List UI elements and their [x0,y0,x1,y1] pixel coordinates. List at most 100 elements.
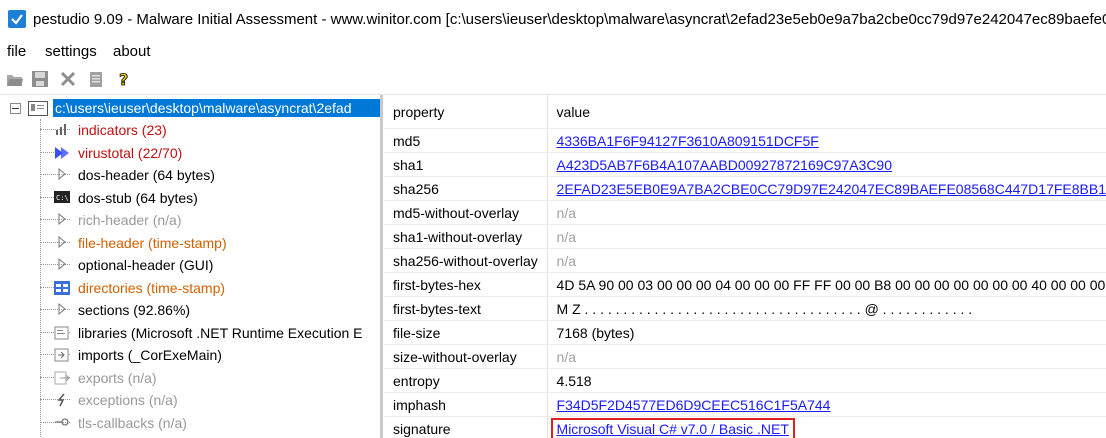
table-row[interactable]: sha256-without-overlay n/a [384,248,1106,273]
triangle-icon [54,235,70,250]
menu-about[interactable]: about [113,43,151,60]
table-row[interactable]: first-bytes-text M Z . . . . . . . . . . … [384,296,1106,321]
property-value-cell: 2EFAD23E5EB0E9A7BA2CBE0CC79D97E242047EC8… [547,176,1106,201]
tree-item[interactable]: file-header (time-stamp) [0,232,380,254]
tree-item-label: dos-header (64 bytes) [78,167,215,183]
table-row[interactable]: entropy 4.518 [384,368,1106,393]
tree-root[interactable]: c:\users\ieuser\desktop\malware\asyncrat… [6,97,380,119]
column-header-property[interactable]: property [384,95,548,129]
column-header-value[interactable]: value [547,95,1106,129]
signature-value-link[interactable]: Microsoft Visual C# v7.0 / Basic .NET [557,421,789,437]
property-value: 4.518 [556,372,592,389]
table-row[interactable]: signature Microsoft Visual C# v7.0 / Basi… [384,416,1106,438]
property-name: file-size [384,320,548,345]
menu-bar: file settings about [0,38,1106,66]
virustotal-icon [54,145,70,160]
tree-item[interactable]: exceptions (n/a) [0,389,380,411]
property-value: 4D 5A 90 00 03 00 00 00 04 00 00 00 FF F… [556,276,1106,293]
property-name: first-bytes-hex [384,272,548,297]
triangle-icon [54,167,70,182]
window-title: pestudio 9.09 - Malware Initial Assessme… [33,11,1106,28]
property-name: sha1 [384,152,548,177]
tree-item-label: libraries (Microsoft .NET Runtime Execut… [78,324,363,341]
property-name: sha256 [384,176,548,201]
tree-item[interactable]: virustotal (22/70) [0,142,380,164]
tree-item[interactable]: sections (92.86%) [0,299,380,321]
property-value-cell: n/a [547,200,1106,225]
close-icon[interactable] [59,70,77,88]
property-value-link[interactable]: 2EFAD23E5EB0E9A7BA2CBE0CC79D97E242047EC8… [557,181,1106,197]
open-icon[interactable] [6,70,24,88]
tree-item[interactable]: rich-header (n/a) [0,209,380,231]
toolbar: ? [0,66,1106,95]
table-row[interactable]: sha1 A423D5AB7F6B4A107AABD00927872169C97A… [384,152,1106,177]
table-row[interactable]: sha256 2EFAD23E5EB0E9A7BA2CBE0CC79D97E242… [384,176,1106,201]
triangle-icon [54,212,70,227]
property-value-link[interactable]: F34D5F2D4577ED6D9CEEC516C1F5A744 [557,397,831,413]
properties-panel: property value md5 4336BA1F6F94127F3610A8… [384,95,1106,438]
table-row[interactable]: first-bytes-hex 4D 5A 90 00 03 00 00 00 0… [384,272,1106,297]
tree-item[interactable]: tls-callbacks (n/a) [0,412,380,434]
triangle-icon [54,257,70,272]
bar-chart-icon [54,123,70,137]
tree-item-label: tls-callbacks (n/a) [78,414,187,431]
tree-item[interactable]: imports (_CorExeMain) [0,344,380,366]
tree-item[interactable]: C:\ dos-stub (64 bytes) [0,187,380,209]
tree-item-label: directories (time-stamp) [78,279,226,296]
clipboard-icon[interactable] [87,70,105,88]
property-name: signature [384,416,548,438]
menu-file[interactable]: file [7,43,26,60]
property-value-cell: Microsoft Visual C# v7.0 / Basic .NET [547,416,1106,438]
collapse-icon[interactable] [10,103,21,114]
save-icon[interactable] [31,70,49,88]
property-value-cell: n/a [547,224,1106,249]
title-bar: pestudio 9.09 - Malware Initial Assessme… [0,0,1106,38]
tree-item-label: imports (_CorExeMain) [78,347,222,363]
table-row[interactable]: size-without-overlay n/a [384,344,1106,369]
table-row[interactable]: file-size 7168 (bytes) [384,320,1106,345]
property-value: 7168 (bytes) [556,324,635,341]
svg-text:C:\: C:\ [56,194,69,202]
menu-settings[interactable]: settings [45,43,97,60]
property-value-cell: 4336BA1F6F94127F3610A809151DCF5F [547,128,1106,153]
table-row[interactable]: imphash F34D5F2D4577ED6D9CEEC516C1F5A744 [384,392,1106,417]
panel-splitter[interactable] [380,95,383,438]
property-value-cell: n/a [547,344,1106,369]
property-name: sha256-without-overlay [384,248,548,273]
exception-icon [54,393,70,407]
help-icon[interactable]: ? [115,70,133,90]
properties-table: property value md5 4336BA1F6F94127F3610A8… [384,95,1106,438]
property-name: md5 [384,128,548,153]
tree-item[interactable]: indicators (23) [0,119,380,141]
property-value-link[interactable]: 4336BA1F6F94127F3610A809151DCF5F [557,133,819,149]
tree-panel: c:\users\ieuser\desktop\malware\asyncrat… [0,95,380,438]
tree-item[interactable]: exports (n/a) [0,367,380,389]
property-value-cell: 4D 5A 90 00 03 00 00 00 04 00 00 00 FF F… [547,272,1106,297]
tree-item[interactable]: dos-header (64 bytes) [0,164,380,186]
svg-text:?: ? [119,70,128,88]
tree-root-label: c:\users\ieuser\desktop\malware\asyncrat… [53,99,380,117]
property-value-cell: M Z . . . . . . . . . . . . . . . . . . … [547,296,1106,321]
tree-item-label: exceptions (n/a) [78,392,178,408]
signature-highlight-box: Microsoft Visual C# v7.0 / Basic .NET [550,417,795,438]
property-value-link[interactable]: A423D5AB7F6B4A107AABD00927872169C97A3C90 [557,157,892,173]
property-name: imphash [384,392,548,417]
tree-item-label: virustotal (22/70) [78,144,183,161]
property-value-cell: 4.518 [547,368,1106,393]
table-row[interactable]: md5 4336BA1F6F94127F3610A809151DCF5F [384,128,1106,153]
property-value: n/a [556,228,576,245]
table-row[interactable]: sha1-without-overlay n/a [384,224,1106,249]
directory-icon [54,280,70,295]
property-name: sha1-without-overlay [384,224,548,249]
property-name: md5-without-overlay [384,200,548,225]
tree-item[interactable]: libraries (Microsoft .NET Runtime Execut… [0,322,380,344]
tree-item[interactable]: optional-header (GUI) [0,254,380,276]
table-row[interactable]: md5-without-overlay n/a [384,200,1106,225]
property-value: n/a [556,252,576,269]
tree-item[interactable]: directories (time-stamp) [0,277,380,299]
property-name: first-bytes-text [384,296,548,321]
file-icon [28,101,48,116]
import-icon [54,348,70,362]
console-icon: C:\ [54,190,70,205]
pestudio-app-icon [8,10,26,28]
